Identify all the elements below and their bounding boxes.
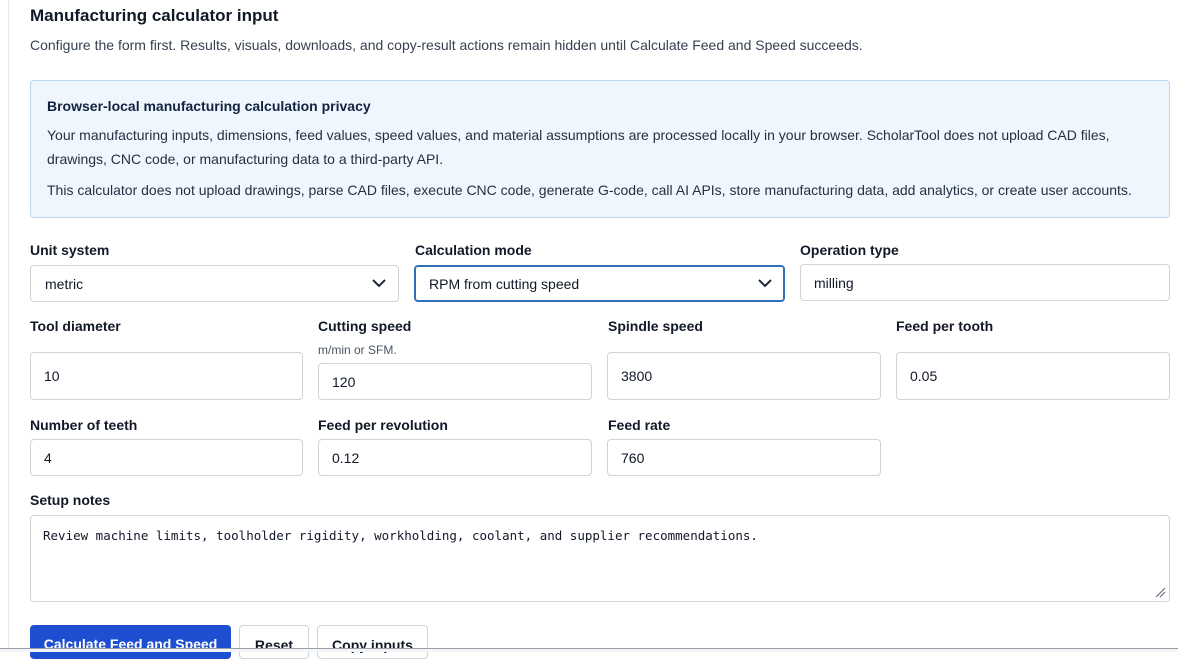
spindle-speed-input[interactable]: 3800 — [607, 352, 881, 400]
privacy-paragraph-1: Your manufacturing inputs, dimensions, f… — [47, 127, 1110, 167]
cutting-speed-input[interactable]: 120 — [318, 363, 592, 400]
operation-type-label: Operation type — [800, 242, 899, 258]
tool-diameter-value: 10 — [44, 368, 60, 384]
number-of-teeth-value: 4 — [44, 449, 52, 466]
cutting-speed-value: 120 — [332, 373, 356, 390]
calculation-mode-value: RPM from cutting speed — [429, 275, 580, 292]
feed-per-tooth-input[interactable]: 0.05 — [896, 352, 1170, 400]
feed-rate-input[interactable]: 760 — [607, 439, 881, 476]
copy-inputs-button[interactable]: Copy inputs — [317, 625, 428, 659]
feed-per-tooth-label: Feed per tooth — [896, 318, 994, 334]
privacy-heading: Browser-local manufacturing calculation … — [47, 98, 371, 114]
calculator-form: Manufacturing calculator input Configure… — [30, 0, 1170, 659]
privacy-notice: Browser-local manufacturing calculation … — [30, 80, 1170, 218]
tool-diameter-label: Tool diameter — [30, 318, 121, 334]
calculation-mode-select[interactable]: RPM from cutting speed — [414, 265, 785, 302]
resize-grip-icon[interactable] — [1154, 586, 1166, 598]
unit-system-label: Unit system — [30, 242, 110, 258]
reset-button[interactable]: Reset — [239, 625, 309, 659]
operation-type-value: milling — [814, 274, 854, 291]
calculation-mode-label: Calculation mode — [415, 242, 532, 258]
feed-per-revolution-value: 0.12 — [332, 449, 360, 466]
viewport-bottom-edge — [0, 648, 1178, 652]
number-of-teeth-input[interactable]: 4 — [30, 439, 303, 476]
chevron-down-icon — [372, 279, 386, 288]
unit-system-value: metric — [45, 275, 84, 292]
number-of-teeth-label: Number of teeth — [30, 417, 138, 433]
page-title: Manufacturing calculator input — [30, 6, 279, 25]
operation-type-input[interactable]: milling — [800, 264, 1170, 301]
setup-notes-value: Review machine limits, toolholder rigidi… — [43, 528, 758, 543]
feed-rate-value: 760 — [621, 449, 645, 466]
left-divider — [8, 0, 9, 652]
setup-notes-label: Setup notes — [30, 492, 111, 508]
feed-per-tooth-value: 0.05 — [910, 368, 938, 384]
feed-per-revolution-label: Feed per revolution — [318, 417, 448, 433]
cutting-speed-label: Cutting speed — [318, 318, 412, 334]
tool-diameter-input[interactable]: 10 — [30, 352, 303, 400]
setup-notes-textarea[interactable]: Review machine limits, toolholder rigidi… — [30, 515, 1170, 602]
feed-per-revolution-input[interactable]: 0.12 — [318, 439, 592, 476]
page-subtitle: Configure the form first. Results, visua… — [30, 37, 863, 53]
chevron-down-icon — [758, 279, 772, 288]
calculate-button[interactable]: Calculate Feed and Speed — [30, 625, 231, 659]
unit-system-select[interactable]: metric — [30, 265, 399, 302]
spindle-speed-value: 3800 — [621, 368, 653, 384]
privacy-paragraph-2: This calculator does not upload drawings… — [47, 182, 1132, 198]
cutting-speed-hint: m/min or SFM. — [318, 343, 397, 357]
feed-rate-label: Feed rate — [608, 417, 671, 433]
spindle-speed-label: Spindle speed — [608, 318, 703, 334]
